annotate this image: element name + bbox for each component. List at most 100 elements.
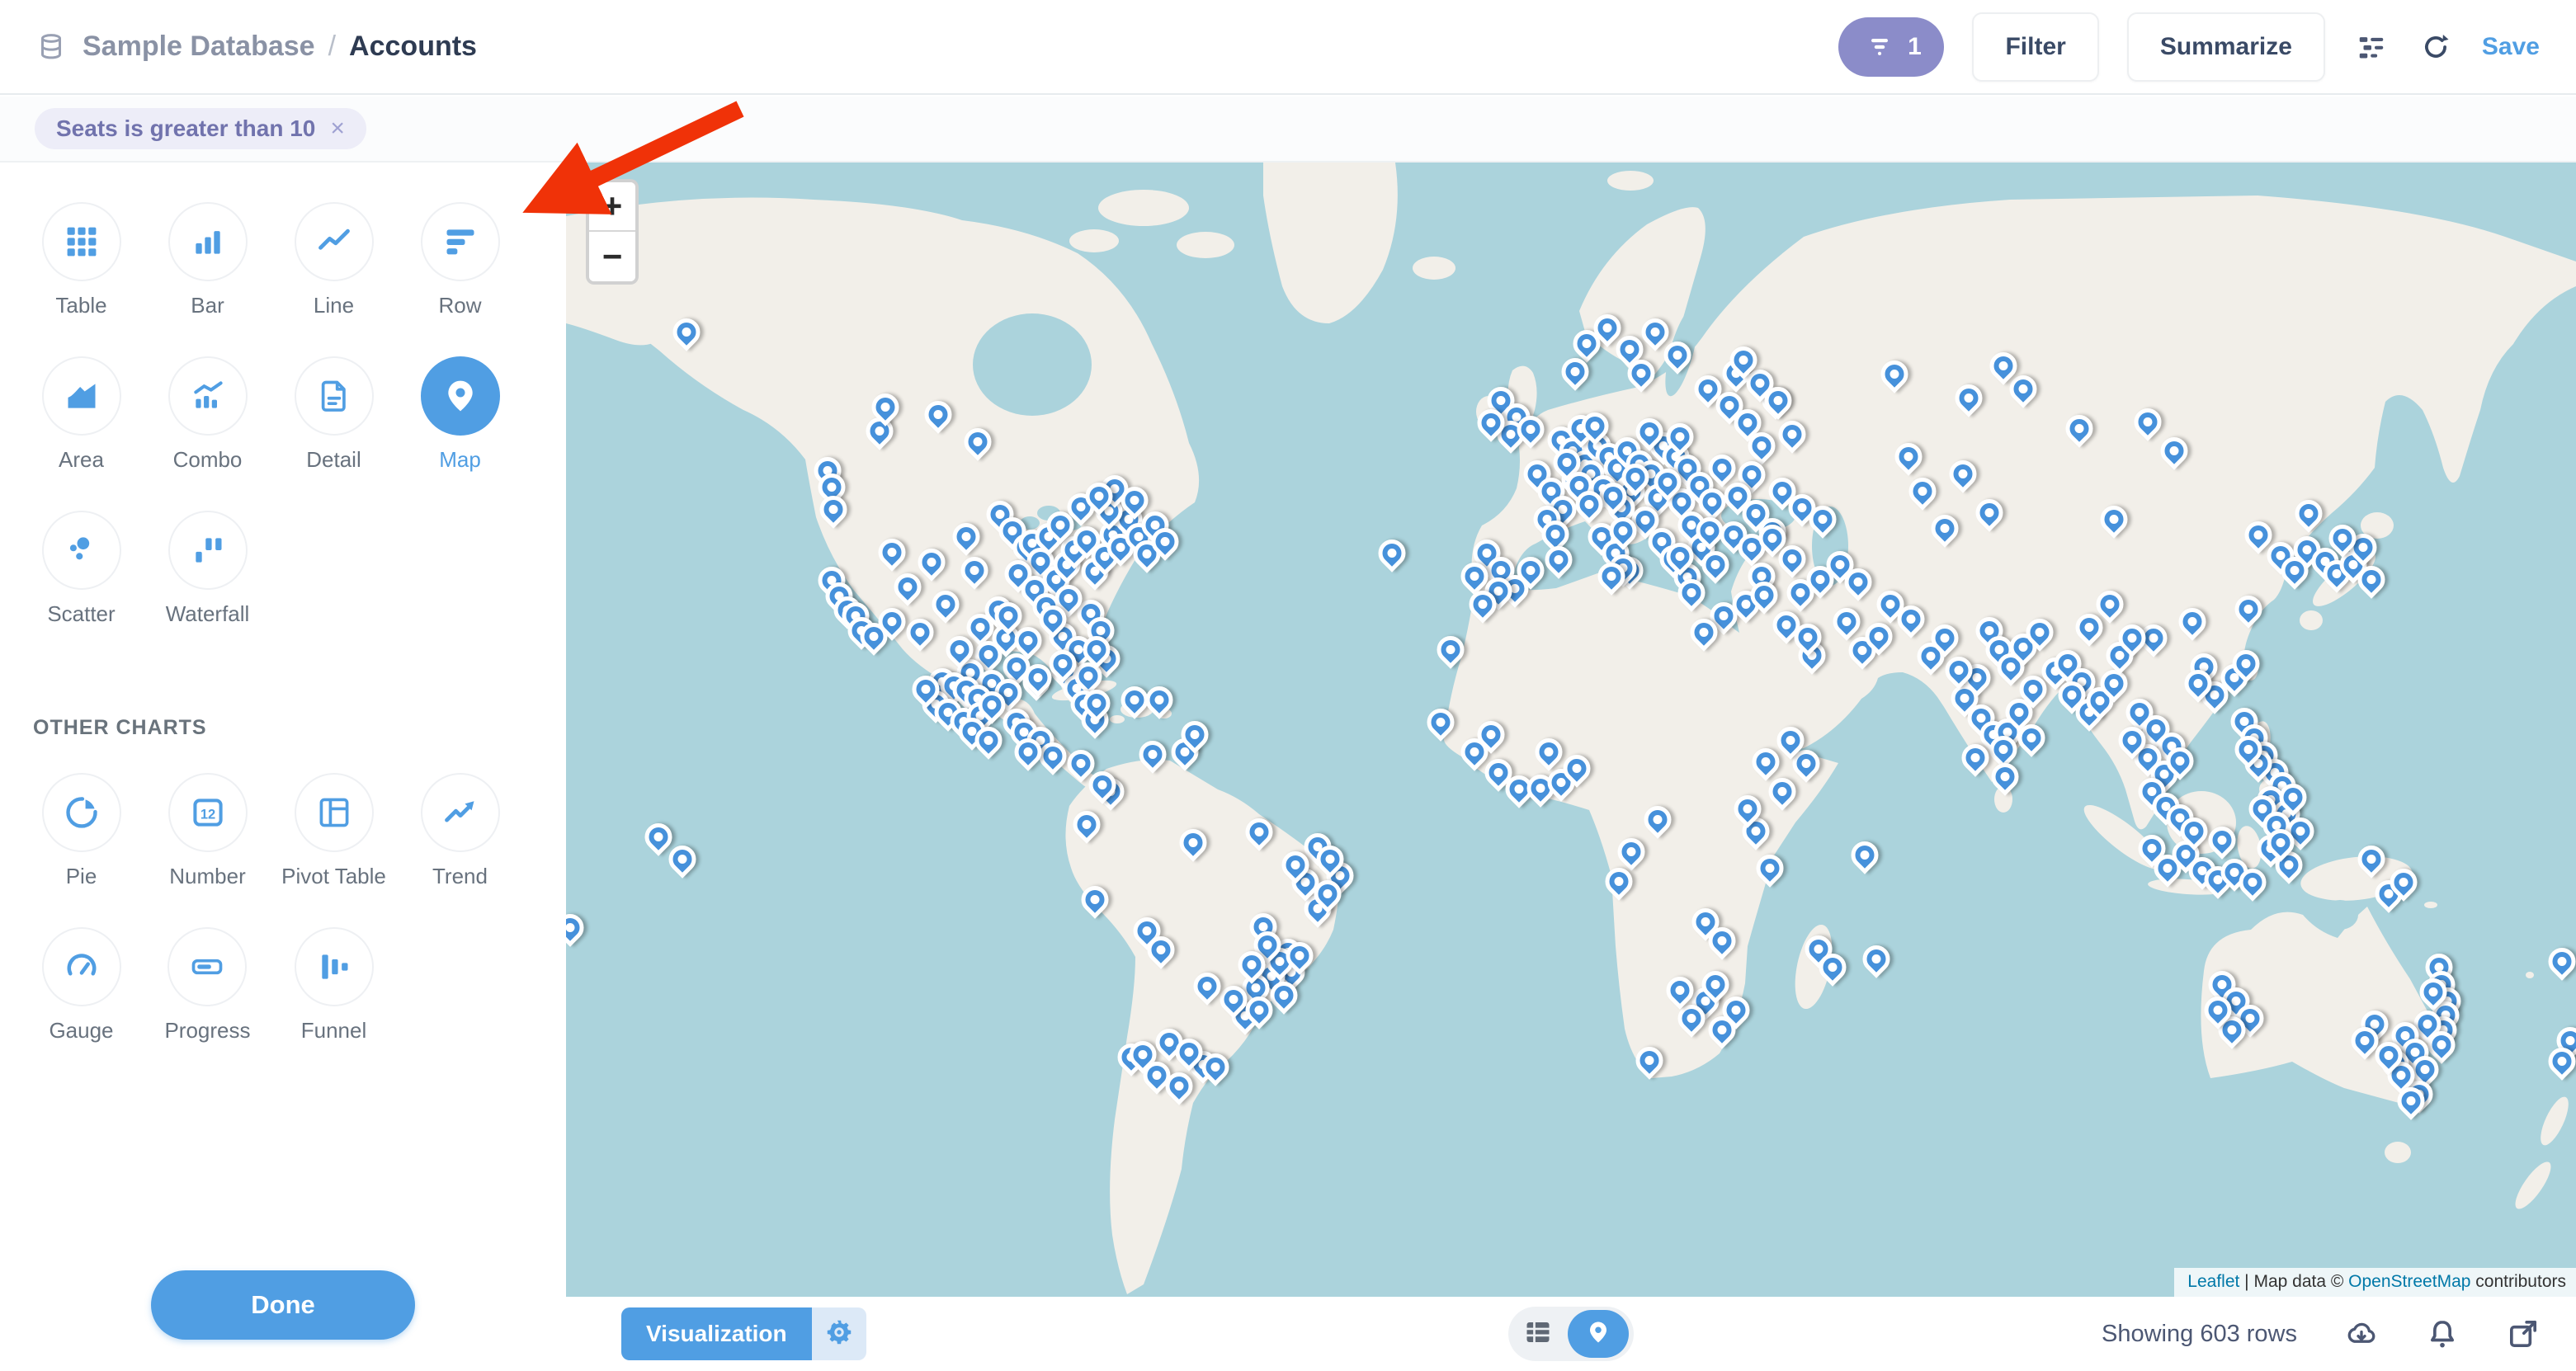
done-button[interactable]: Done (151, 1270, 415, 1340)
share-external-icon[interactable] (2507, 1317, 2540, 1350)
map-pin-marker[interactable] (1970, 493, 2008, 532)
visualization-settings-button[interactable] (812, 1307, 866, 1360)
map-pin-marker[interactable] (2290, 494, 2328, 533)
chart-type-funnel[interactable]: Funnel (295, 927, 374, 1044)
map-pin-marker[interactable] (1174, 823, 1213, 862)
map-pin-marker[interactable] (814, 490, 853, 529)
map-pin-marker[interactable] (1630, 1041, 1669, 1080)
map-pin-marker[interactable] (1139, 681, 1178, 719)
chart-type-number[interactable]: 12Number (168, 773, 248, 889)
map-pin-marker[interactable] (566, 908, 589, 947)
map-pin-marker[interactable] (1612, 832, 1651, 871)
chart-type-row[interactable]: Row (421, 202, 500, 318)
chart-type-table[interactable]: Table (42, 202, 121, 318)
table-map-toggle (1508, 1307, 1634, 1361)
openstreetmap-link[interactable]: OpenStreetMap (2348, 1272, 2470, 1291)
map-pin-marker[interactable] (955, 551, 993, 590)
chart-type-label: Table (55, 293, 106, 318)
map-pin-marker[interactable] (1068, 805, 1106, 844)
map-pin-marker[interactable] (1773, 415, 1812, 454)
chart-type-waterfall[interactable]: Waterfall (166, 511, 250, 627)
chart-type-gauge[interactable]: Gauge (42, 927, 121, 1044)
bar-icon (168, 202, 248, 281)
map-pin-marker[interactable] (1890, 437, 1928, 476)
map-pin-marker[interactable] (889, 568, 927, 607)
map-pin-marker[interactable] (2154, 432, 2193, 471)
map-pin-marker[interactable] (1950, 379, 1989, 417)
leaflet-link[interactable]: Leaflet (2187, 1272, 2239, 1291)
chart-type-detail[interactable]: Detail (295, 356, 374, 473)
alerts-bell-icon[interactable] (2426, 1317, 2459, 1350)
map-pin-marker[interactable] (2229, 590, 2268, 629)
chart-type-pie[interactable]: Pie (42, 773, 121, 889)
map-pin-marker[interactable] (913, 543, 951, 582)
chart-type-label: Scatter (47, 601, 115, 627)
chart-type-bar[interactable]: Bar (168, 202, 248, 318)
refresh-icon[interactable] (2418, 29, 2454, 65)
chart-type-line[interactable]: Line (295, 202, 374, 318)
download-icon[interactable] (2345, 1317, 2378, 1350)
map-pin-marker[interactable] (918, 396, 957, 435)
funnel-icon (1861, 29, 1898, 65)
map-pin-marker[interactable] (1857, 940, 1896, 979)
map-pin-marker[interactable] (2094, 500, 2133, 539)
map-pin-marker[interactable] (1134, 735, 1172, 774)
chart-type-pivot-table[interactable]: Pivot Table (281, 773, 386, 889)
map-pin-marker[interactable] (1075, 880, 1114, 919)
map-pin-marker[interactable] (2352, 841, 2390, 879)
map-pin-marker[interactable] (663, 841, 702, 879)
summarize-button[interactable]: Summarize (2127, 12, 2325, 82)
trend-icon (421, 773, 500, 852)
map-pin-marker[interactable] (1944, 455, 1983, 493)
map-pin-marker[interactable] (946, 517, 985, 556)
map-pin-marker[interactable] (1904, 472, 1942, 511)
map-pin-marker[interactable] (1431, 630, 1470, 669)
map-pin-marker[interactable] (1827, 602, 1866, 641)
map-pin-marker[interactable] (1240, 813, 1279, 852)
visualization-button[interactable]: Visualization (621, 1307, 812, 1360)
map-visualization[interactable]: + − Leaflet | Map data © OpenStreetMap c… (566, 163, 2576, 1297)
map-pin-marker[interactable] (900, 614, 939, 653)
map-pin-marker[interactable] (2173, 602, 2211, 641)
map-pin-marker[interactable] (872, 533, 911, 572)
chart-type-combo[interactable]: Combo (168, 356, 248, 473)
map-pin-marker[interactable] (1875, 355, 1914, 393)
remove-filter-icon[interactable]: × (330, 115, 345, 143)
combo-icon (168, 356, 248, 436)
map-pin-marker[interactable] (1845, 836, 1884, 874)
map-pin-marker[interactable] (1540, 541, 1578, 580)
map-view-toggle[interactable] (1568, 1310, 1629, 1358)
active-filter-count-badge[interactable]: 1 (1838, 17, 1944, 77)
map-pin-marker[interactable] (959, 423, 998, 462)
chart-type-area[interactable]: Area (42, 356, 121, 473)
chart-type-scatter[interactable]: Scatter (42, 511, 121, 627)
chart-type-map[interactable]: Map (421, 356, 500, 473)
map-pin-marker[interactable] (1751, 850, 1790, 888)
table-view-toggle[interactable] (1508, 1317, 1568, 1351)
gear-icon (824, 1317, 854, 1351)
filter-button[interactable]: Filter (1972, 12, 2098, 82)
map-pin-marker[interactable] (1926, 509, 1965, 548)
chart-type-progress[interactable]: Progress (164, 927, 250, 1044)
map-pin-marker[interactable] (2543, 942, 2576, 981)
zoom-in-button[interactable]: + (589, 182, 635, 232)
chart-type-trend[interactable]: Trend (421, 773, 500, 889)
map-pin-marker[interactable] (2060, 409, 2099, 448)
map-pin-marker[interactable] (668, 313, 706, 351)
breadcrumb-database[interactable]: Sample Database (83, 31, 315, 63)
map-pin-marker[interactable] (1638, 800, 1677, 839)
notebook-icon[interactable] (2353, 29, 2390, 65)
map-pin-marker[interactable] (2203, 821, 2242, 860)
map-pin-marker[interactable] (1421, 703, 1460, 742)
filter-pill-seats[interactable]: Seats is greater than 10 × (35, 108, 366, 149)
map-pin-marker[interactable] (1373, 534, 1412, 572)
area-icon (42, 356, 121, 436)
zoom-out-button[interactable]: − (589, 232, 635, 281)
chart-type-label: Bar (191, 293, 224, 318)
map-pin-marker[interactable] (1986, 757, 2025, 796)
save-button[interactable]: Save (2482, 33, 2540, 61)
pivot-icon (295, 773, 374, 852)
map-pin-marker[interactable] (2129, 403, 2168, 441)
breadcrumb-table[interactable]: Accounts (349, 31, 477, 63)
map-pin-marker[interactable] (927, 585, 965, 624)
